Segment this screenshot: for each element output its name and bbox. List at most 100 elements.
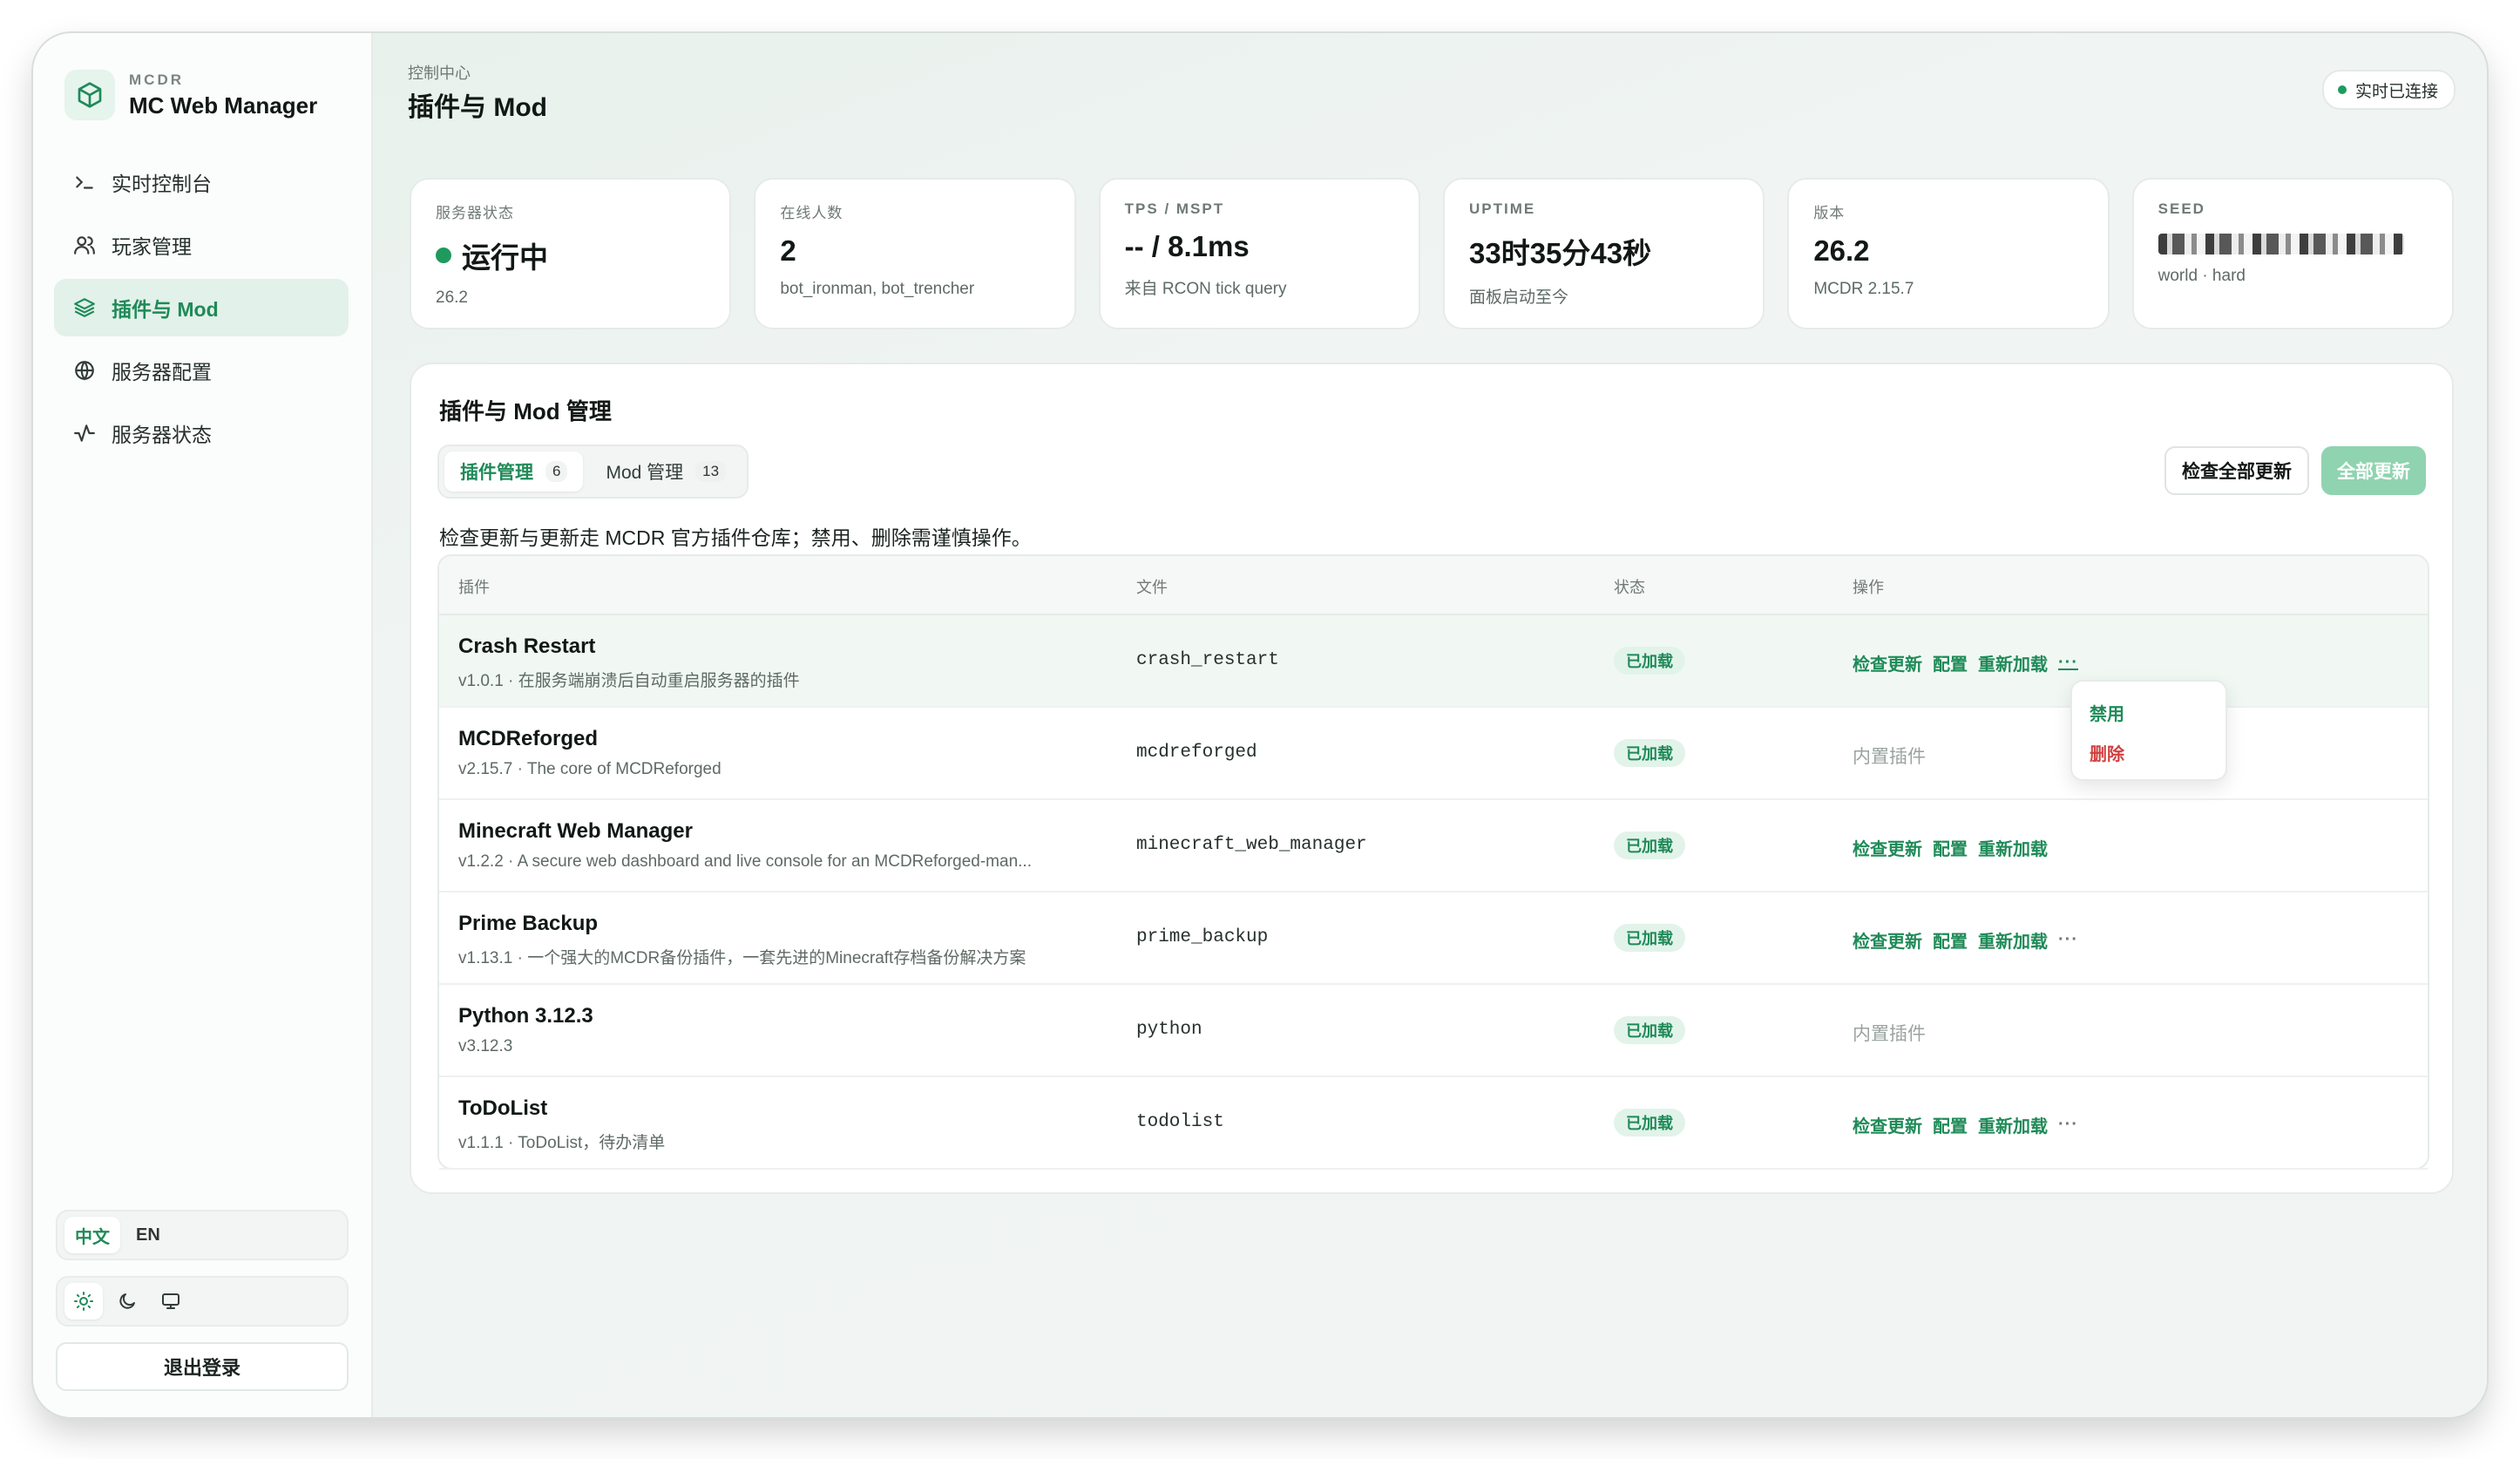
plugin-name: MCDReforged	[458, 727, 598, 750]
column-header-status: 状态	[1614, 579, 1645, 596]
stat-label: 在线人数	[780, 205, 843, 221]
column-header-file: 文件	[1136, 579, 1168, 596]
sidebar-nav: 实时控制台 玩家管理 插件与 Mod 服务器配置 服务器状态	[54, 153, 349, 467]
row-actions: 检查更新 配置 重新加载	[1853, 835, 2048, 860]
lang-zh-button[interactable]: 中文	[64, 1217, 120, 1253]
reload-link[interactable]: 重新加载	[1978, 650, 2048, 675]
plugin-name: Prime Backup	[458, 912, 599, 935]
update-all-button[interactable]: 全部更新	[2321, 446, 2426, 495]
cube-logo-icon	[64, 70, 115, 120]
check-update-link[interactable]: 检查更新	[1853, 1112, 1922, 1137]
tab-group: 插件管理 6 Mod 管理 13	[437, 444, 749, 499]
breadcrumb: 控制中心	[408, 64, 471, 82]
status-badge: 已加载	[1614, 1109, 1685, 1137]
stat-value: 运行中	[462, 241, 548, 274]
check-update-link[interactable]: 检查更新	[1853, 650, 1922, 675]
sidebar-item-status[interactable]: 服务器状态	[54, 404, 349, 462]
moon-icon[interactable]	[108, 1283, 146, 1320]
plugins-panel: 插件与 Mod 管理 插件管理 6 Mod 管理 13 检查全部更新 全部更新 …	[410, 363, 2454, 1194]
delete-menu-item[interactable]: 删除	[2079, 732, 2219, 772]
sidebar-item-players[interactable]: 玩家管理	[54, 216, 349, 274]
plugin-file: python	[1136, 1020, 1202, 1040]
tab-plugins[interactable]: 插件管理 6	[444, 451, 584, 492]
stat-value: -- / 8.1ms	[1124, 230, 1250, 262]
stat-sub: bot_ironman, bot_trencher	[780, 280, 975, 298]
config-link[interactable]: 配置	[1933, 650, 1968, 675]
reload-link[interactable]: 重新加载	[1978, 835, 2048, 860]
plugin-file: prime_backup	[1136, 927, 1269, 947]
logout-button[interactable]: 退出登录	[56, 1342, 349, 1391]
stat-sub: MCDR 2.15.7	[1813, 280, 1914, 298]
table-row: ToDoList v1.1.1 · ToDoList，待办清单 todolist…	[439, 1077, 2428, 1170]
tab-label: Mod 管理	[606, 463, 684, 483]
main-content: 控制中心 插件与 Mod 实时已连接 服务器状态 运行中 26.2 在线人数 2…	[373, 33, 2487, 1417]
sidebar-item-label: 服务器状态	[112, 424, 212, 446]
stat-label: SEED	[2158, 200, 2205, 217]
stat-card-online: 在线人数 2 bot_ironman, bot_trencher	[754, 178, 1076, 329]
layers-icon	[71, 295, 98, 321]
stat-card-server-status: 服务器状态 运行中 26.2	[410, 178, 732, 329]
table-row: Prime Backup v1.13.1 · 一个强大的MCDR备份插件，一套先…	[439, 892, 2428, 985]
status-badge: 已加载	[1614, 924, 1685, 952]
check-update-link[interactable]: 检查更新	[1853, 927, 1922, 953]
language-switcher: 中文 EN	[56, 1210, 349, 1260]
config-link[interactable]: 配置	[1933, 1112, 1968, 1137]
config-link[interactable]: 配置	[1933, 927, 1968, 953]
row-actions: 检查更新 配置 重新加载 ···	[1853, 650, 2078, 675]
brand-subtitle: MCDR	[129, 71, 184, 88]
sidebar-item-label: 服务器配置	[112, 361, 212, 383]
reload-link[interactable]: 重新加载	[1978, 927, 2048, 953]
stat-value: 33时35分43秒	[1468, 237, 1652, 269]
more-actions-icon[interactable]: ···	[2058, 1115, 2078, 1135]
plugin-file: crash_restart	[1136, 650, 1279, 670]
config-link[interactable]: 配置	[1933, 835, 1968, 860]
stat-card-version: 版本 26.2 MCDR 2.15.7	[1787, 178, 2110, 329]
disable-menu-item[interactable]: 禁用	[2079, 692, 2219, 732]
lang-en-button[interactable]: EN	[125, 1217, 171, 1253]
stat-label: UPTIME	[1468, 200, 1536, 217]
stat-label: 版本	[1813, 205, 1846, 221]
builtin-label: 内置插件	[1853, 747, 1926, 767]
plugin-desc: v1.2.2 · A secure web dashboard and live…	[458, 852, 1032, 871]
sidebar-item-label: 玩家管理	[112, 235, 192, 258]
reload-link[interactable]: 重新加载	[1978, 1112, 2048, 1137]
stat-value-row: 运行中	[436, 234, 705, 276]
more-actions-icon[interactable]: ···	[2058, 930, 2078, 950]
sidebar-item-config[interactable]: 服务器配置	[54, 342, 349, 399]
status-badge: 已加载	[1614, 647, 1685, 675]
running-dot-icon	[436, 248, 451, 263]
connection-status-badge: 实时已连接	[2321, 70, 2456, 110]
sun-icon[interactable]	[64, 1283, 103, 1320]
tab-mods[interactable]: Mod 管理 13	[590, 451, 742, 492]
table-row: Minecraft Web Manager v1.2.2 · A secure …	[439, 800, 2428, 892]
plugin-file: todolist	[1136, 1112, 1224, 1132]
sidebar-item-console[interactable]: 实时控制台	[54, 153, 349, 211]
plugin-desc: v2.15.7 · The core of MCDReforged	[458, 760, 721, 778]
check-all-updates-button[interactable]: 检查全部更新	[2164, 446, 2309, 495]
theme-switcher	[56, 1276, 349, 1327]
brand-title: MC Web Manager	[129, 92, 318, 119]
status-badge: 已加载	[1614, 739, 1685, 767]
activity-icon	[71, 420, 98, 446]
status-dot-icon	[2337, 85, 2347, 94]
stat-value: 2	[780, 234, 796, 267]
check-update-link[interactable]: 检查更新	[1853, 835, 1922, 860]
stat-card-uptime: UPTIME 33时35分43秒 面板启动至今	[1442, 178, 1765, 329]
stat-sub: 26.2	[436, 288, 468, 307]
stat-value: 26.2	[1813, 234, 1870, 267]
globe-icon	[71, 357, 98, 383]
plugin-desc: v1.1.1 · ToDoList，待办清单	[458, 1134, 666, 1152]
more-actions-icon[interactable]: ···	[2058, 653, 2078, 673]
sidebar-item-plugins[interactable]: 插件与 Mod	[54, 279, 349, 336]
sidebar-item-label: 插件与 Mod	[112, 298, 219, 321]
monitor-icon[interactable]	[152, 1283, 190, 1320]
stat-sub: world · hard	[2158, 267, 2246, 285]
sidebar-item-label: 实时控制台	[112, 173, 212, 195]
connection-status-label: 实时已连接	[2354, 82, 2438, 101]
plugins-table: 插件 文件 状态 操作 Crash Restart v1.0.1 · 在服务端崩…	[437, 554, 2429, 1170]
more-actions-menu: 禁用 删除	[2070, 680, 2227, 781]
panel-hint: 检查更新与更新走 MCDR 官方插件仓库；禁用、删除需谨慎操作。	[439, 526, 1032, 549]
plugin-desc: v1.0.1 · 在服务端崩溃后自动重启服务器的插件	[458, 672, 800, 690]
stat-label: 服务器状态	[436, 205, 514, 221]
seed-redacted	[2158, 234, 2404, 254]
